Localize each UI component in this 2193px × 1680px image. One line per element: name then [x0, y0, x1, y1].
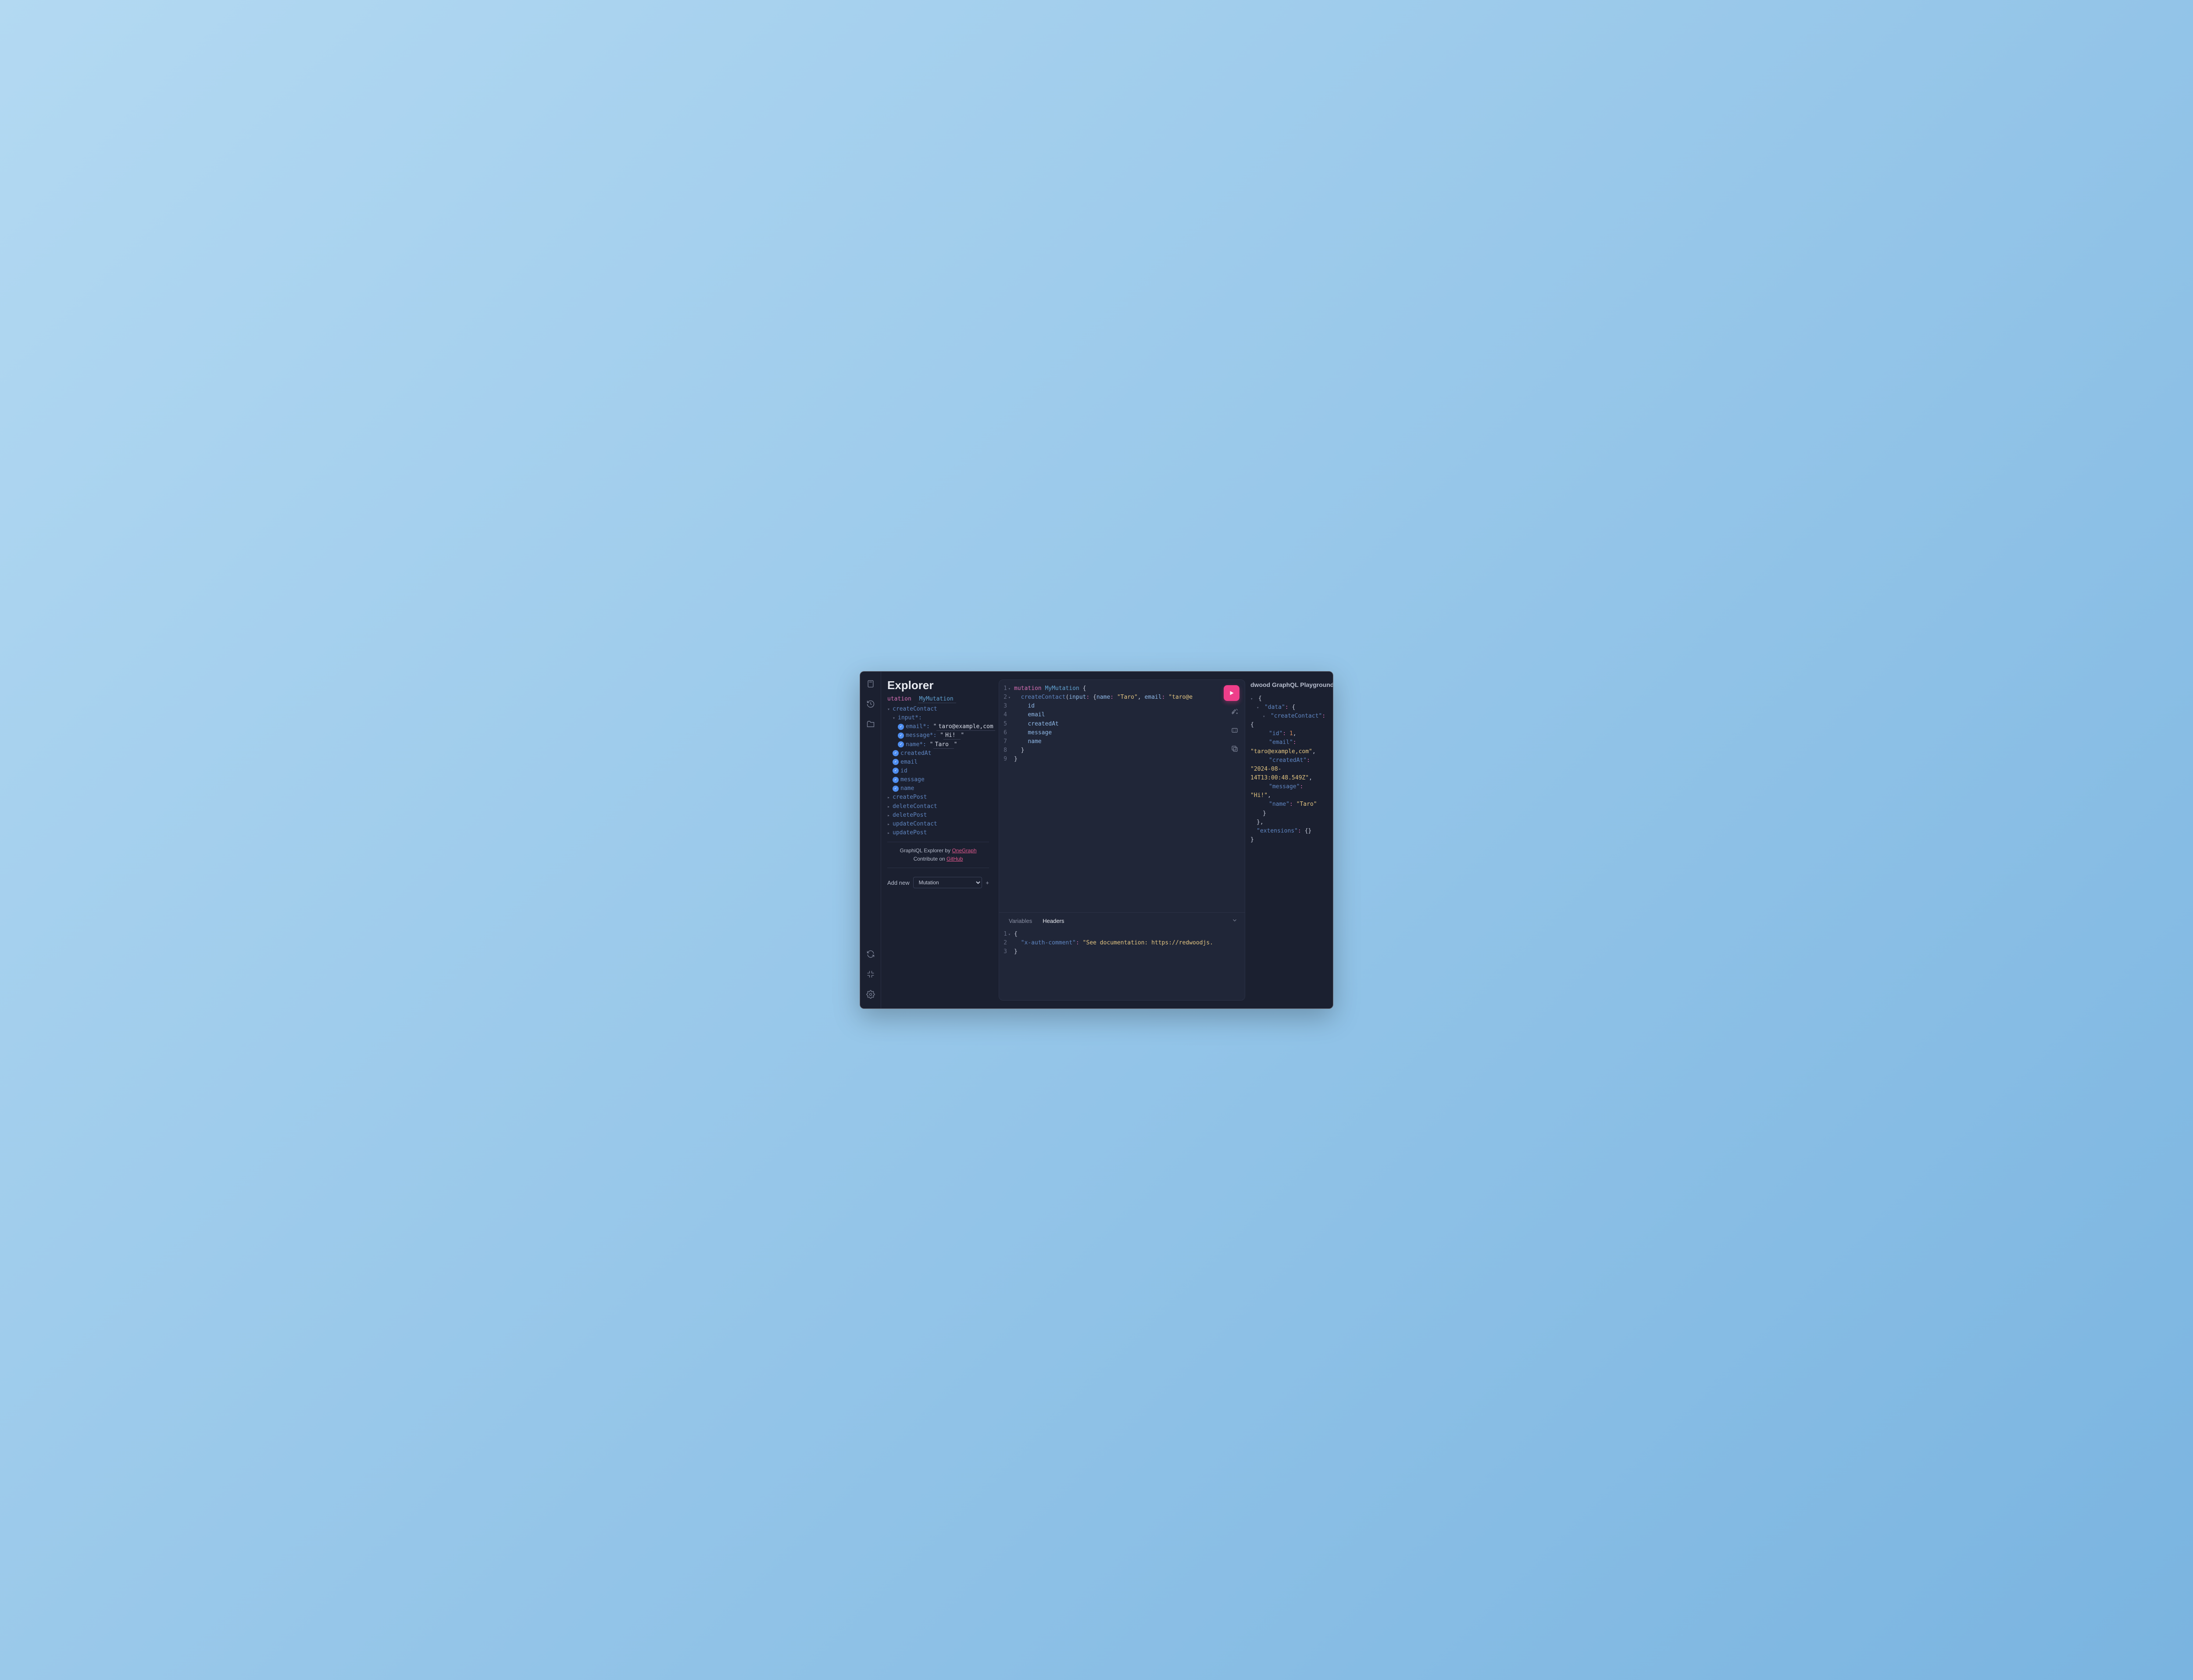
prettify-icon[interactable]	[1231, 708, 1239, 718]
check-icon[interactable]: ✓	[898, 733, 904, 739]
field-deletePost[interactable]: deletePost	[893, 812, 927, 819]
add-new-label: Add new	[887, 879, 910, 886]
playground-title: dwood GraphQL Playground	[1250, 680, 1329, 690]
editor-box: 1▾2▾3 4 5 6 7 8 9 mutation MyMutation { …	[999, 679, 1245, 1001]
left-rail	[860, 672, 881, 1008]
docs-icon[interactable]	[866, 679, 875, 690]
query-editor[interactable]: 1▾2▾3 4 5 6 7 8 9 mutation MyMutation { …	[999, 680, 1245, 912]
settings-icon[interactable]	[866, 990, 875, 1001]
check-icon[interactable]: ✓	[893, 768, 899, 774]
explorer-icon[interactable]	[866, 720, 875, 730]
keyboard-icon[interactable]	[866, 970, 875, 980]
onegraph-link[interactable]: OneGraph	[952, 847, 976, 854]
bottom-panel: Variables Headers 1▾2 3 { "x-auth-commen…	[999, 912, 1245, 1000]
add-new-select[interactable]: Mutation	[913, 877, 982, 888]
add-new-button[interactable]: +	[986, 879, 989, 886]
input-email[interactable]: taro@example,com	[936, 723, 995, 731]
tab-headers[interactable]: Headers	[1043, 918, 1064, 924]
chevron-down-icon[interactable]	[1232, 917, 1238, 925]
explorer-credit: GraphiQL Explorer by OneGraph Contribute…	[887, 847, 989, 863]
explorer-title: Explorer	[887, 679, 989, 692]
run-button[interactable]	[1224, 685, 1239, 701]
result-json: ▾ {▾ "data": {▾ "createContact": {"id": …	[1250, 694, 1329, 844]
input-message[interactable]: Hi!	[943, 732, 961, 740]
refresh-icon[interactable]	[866, 950, 875, 960]
headers-editor[interactable]: 1▾2 3 { "x-auth-comment": "See documenta…	[999, 927, 1245, 1000]
check-icon[interactable]: ✓	[893, 786, 899, 792]
app-window: Explorer utation MyMutation ▾createConta…	[860, 671, 1333, 1009]
operation-name-input[interactable]: MyMutation	[918, 696, 956, 703]
explorer-tree: ▾createContact ▾input*: ✓email*: "taro@e…	[887, 705, 989, 837]
check-icon[interactable]: ✓	[893, 759, 899, 765]
field-name[interactable]: name	[900, 785, 914, 792]
field-createPost[interactable]: createPost	[893, 794, 927, 801]
check-icon[interactable]: ✓	[893, 777, 899, 783]
input-name[interactable]: Taro	[933, 741, 954, 749]
editor-column: 1▾2▾3 4 5 6 7 8 9 mutation MyMutation { …	[995, 672, 1245, 1008]
explorer-panel: Explorer utation MyMutation ▾createConta…	[881, 672, 995, 1008]
operation-header: utation MyMutation	[887, 696, 989, 702]
tab-variables[interactable]: Variables	[1009, 918, 1032, 924]
copy-icon[interactable]	[1231, 745, 1239, 754]
check-icon[interactable]: ✓	[898, 741, 904, 747]
field-message[interactable]: message	[900, 776, 925, 783]
field-id[interactable]: id	[900, 768, 907, 774]
field-email[interactable]: email	[900, 759, 918, 765]
check-icon[interactable]: ✓	[898, 724, 904, 730]
github-link[interactable]: GitHub	[946, 856, 963, 862]
field-deleteContact[interactable]: deleteContact	[893, 803, 937, 810]
result-panel: dwood GraphQL Playground ▾ {▾ "data": {▾…	[1245, 672, 1333, 1008]
history-icon[interactable]	[866, 700, 875, 710]
field-createdAt[interactable]: createdAt	[900, 750, 931, 757]
field-createContact[interactable]: createContact	[893, 706, 937, 712]
field-updateContact[interactable]: updateContact	[893, 821, 937, 827]
arg-input[interactable]: input*:	[898, 715, 922, 721]
check-icon[interactable]: ✓	[893, 750, 899, 756]
editor-side-tools	[1231, 708, 1239, 754]
field-updatePost[interactable]: updatePost	[893, 829, 927, 836]
merge-icon[interactable]	[1231, 726, 1239, 736]
